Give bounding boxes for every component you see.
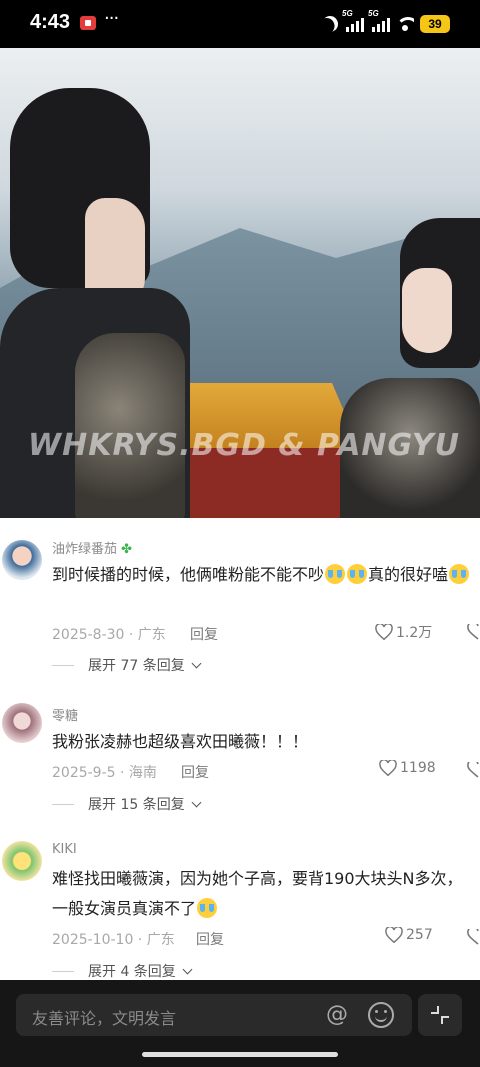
status-icons: 5G 5G 39 bbox=[319, 9, 450, 36]
comment-username[interactable]: 油炸绿番茄 ✤ bbox=[52, 538, 132, 557]
chevron-down-icon bbox=[191, 658, 202, 668]
comment-date-location: 2025-8-30 · 广东 bbox=[52, 627, 166, 643]
wifi-icon bbox=[396, 17, 414, 31]
signal-5g-icon: 5G bbox=[368, 9, 390, 32]
status-time: 4:43 bbox=[30, 11, 71, 33]
network-label: 5G bbox=[368, 9, 379, 18]
like-button[interactable]: 1.2万 bbox=[375, 622, 432, 642]
reply-button[interactable]: 回复 bbox=[190, 624, 218, 644]
comment-input-placeholder: 友善评论，文明发言 bbox=[32, 1009, 177, 1028]
avatar[interactable] bbox=[2, 703, 42, 743]
chevron-down-icon bbox=[182, 964, 193, 974]
heart-icon bbox=[385, 927, 403, 943]
screen-record-icon bbox=[80, 16, 96, 30]
reply-button[interactable]: 回复 bbox=[196, 929, 224, 949]
like-button[interactable]: 1198 bbox=[379, 760, 436, 776]
crying-emoji-icon bbox=[325, 564, 346, 584]
expand-replies-button[interactable]: 展开 77 条回复 bbox=[52, 655, 202, 675]
comment-input[interactable]: 友善评论，文明发言 @ bbox=[16, 994, 412, 1036]
avatar[interactable] bbox=[2, 841, 42, 881]
like-count: 1.2万 bbox=[396, 625, 433, 641]
expand-replies-button[interactable]: 展开 4 条回复 bbox=[52, 961, 193, 980]
chevron-down-icon bbox=[191, 797, 202, 807]
comment-username[interactable]: KIKI bbox=[52, 842, 77, 857]
heart-icon bbox=[379, 760, 397, 776]
comment-text: 到时候播的时候，他俩唯粉能不能不吵 真的很好嗑 bbox=[52, 560, 472, 590]
comment-date-location: 2025-10-10 · 广东 bbox=[52, 932, 175, 948]
collapse-arrows-icon bbox=[431, 1006, 449, 1024]
mention-icon[interactable]: @ bbox=[324, 1002, 350, 1028]
emoji-icon[interactable] bbox=[368, 1002, 394, 1028]
like-button[interactable]: 257 bbox=[385, 927, 433, 943]
moon-icon bbox=[319, 13, 341, 35]
crying-emoji-icon bbox=[347, 564, 368, 584]
avatar[interactable] bbox=[2, 540, 42, 580]
comment-username[interactable]: 零糖 bbox=[52, 705, 78, 724]
more-dots-icon: ··· bbox=[104, 8, 119, 29]
like-count: 1198 bbox=[400, 760, 436, 776]
crying-emoji-icon bbox=[197, 898, 218, 918]
video-player[interactable]: WHKRYS.BGD & PANGYU bbox=[0, 48, 480, 518]
dislike-icon[interactable] bbox=[466, 624, 480, 640]
expand-input-button[interactable] bbox=[418, 994, 462, 1036]
video-figure-right bbox=[340, 218, 480, 518]
reply-button[interactable]: 回复 bbox=[181, 762, 209, 782]
comment-text: 我粉张凌赫也超级喜欢田曦薇！！！ bbox=[52, 732, 309, 751]
video-watermark: WHKRYS.BGD & PANGYU bbox=[28, 428, 461, 463]
signal-5g-icon: 5G bbox=[342, 9, 364, 32]
like-count: 257 bbox=[406, 927, 433, 943]
dislike-icon[interactable] bbox=[466, 762, 480, 778]
comment-date-location: 2025-9-5 · 海南 bbox=[52, 765, 157, 781]
battery-icon: 39 bbox=[420, 15, 450, 33]
status-bar: 4:43 ··· 5G 5G 39 bbox=[0, 0, 480, 48]
heart-icon bbox=[375, 624, 393, 640]
comment-list[interactable]: 油炸绿番茄 ✤ 到时候播的时候，他俩唯粉能不能不吵 真的很好嗑 2025-8-30… bbox=[0, 518, 480, 980]
crying-emoji-icon bbox=[449, 564, 470, 584]
comment-text: 难怪找田曦薇演，因为她个子高，要背190大块头N多次，一般女演员真演不了 bbox=[52, 869, 463, 918]
comment-input-bar: 友善评论，文明发言 @ bbox=[0, 980, 480, 1067]
clover-icon: ✤ bbox=[121, 542, 133, 557]
dislike-icon[interactable] bbox=[466, 929, 480, 945]
network-label: 5G bbox=[342, 9, 353, 18]
expand-replies-button[interactable]: 展开 15 条回复 bbox=[52, 794, 202, 814]
home-indicator[interactable] bbox=[142, 1052, 338, 1057]
